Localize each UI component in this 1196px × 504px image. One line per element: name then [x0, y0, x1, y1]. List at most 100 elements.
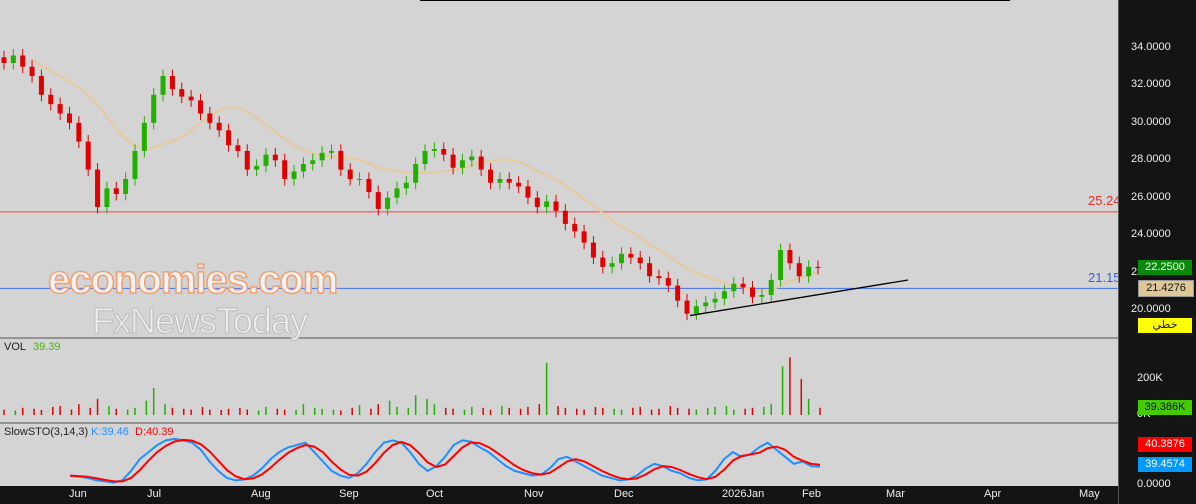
month-label: Apr — [984, 488, 1002, 500]
price-tick: 24.0000 — [1131, 228, 1171, 241]
candle — [132, 150, 138, 179]
month-label: Nov — [524, 488, 544, 500]
stoch-d-value: D:40.39 — [135, 426, 174, 438]
candle — [478, 156, 484, 170]
candle — [291, 171, 297, 179]
candle — [721, 291, 727, 299]
candle — [469, 156, 475, 161]
candle — [422, 150, 428, 165]
candle — [581, 231, 587, 243]
candle — [66, 113, 72, 123]
candle — [450, 154, 456, 168]
candle — [768, 280, 774, 295]
candle — [590, 242, 596, 258]
candle — [263, 154, 269, 166]
price-tick: 26.0000 — [1131, 190, 1171, 203]
candle — [544, 201, 550, 208]
candle — [76, 122, 82, 142]
candle — [38, 76, 44, 95]
candle — [226, 130, 232, 146]
candle — [366, 178, 372, 193]
candle — [553, 201, 559, 211]
chart-plot-area[interactable]: economies.com FxNewsToday 25.24 21.15 VO… — [0, 0, 1121, 486]
price-tick: 28.0000 — [1131, 153, 1171, 166]
level-red-label: 25.24 — [1088, 193, 1121, 208]
candle — [1, 57, 7, 63]
candle — [815, 266, 821, 268]
month-label: Feb — [802, 488, 821, 500]
price-tick: 34.0000 — [1131, 41, 1171, 53]
volume-title: VOL — [4, 341, 27, 353]
candle — [216, 122, 222, 131]
candle — [562, 210, 568, 224]
month-label: Dec — [614, 488, 634, 500]
candle — [20, 55, 26, 67]
volume-value: 39.39 — [33, 341, 61, 353]
volume-last-tag: 39.386K — [1138, 400, 1192, 415]
candle — [179, 89, 185, 97]
candle — [534, 197, 540, 208]
candle — [95, 169, 101, 208]
candle — [525, 186, 531, 198]
candle — [123, 178, 129, 194]
last-price-tag: 22.2500 — [1138, 260, 1192, 275]
stoch-d-line — [69, 438, 821, 483]
candle — [497, 178, 503, 183]
stoch-k-line — [69, 437, 821, 484]
candle — [29, 66, 35, 77]
candle — [282, 160, 288, 179]
candle — [328, 150, 334, 153]
candle — [169, 76, 175, 90]
month-label: 2026Jan — [722, 488, 765, 500]
month-label: May — [1079, 488, 1100, 500]
candle — [778, 250, 784, 281]
candle — [675, 285, 681, 301]
candle — [403, 182, 409, 189]
candle — [57, 104, 63, 114]
candle — [516, 182, 522, 187]
stoch-tick: 0.0000 — [1137, 478, 1171, 490]
candle — [160, 76, 166, 95]
month-label: Mar — [886, 488, 905, 500]
candle — [656, 276, 662, 279]
candle — [740, 283, 746, 288]
price-tick: 32.0000 — [1131, 78, 1171, 91]
candle — [235, 145, 241, 151]
candle — [207, 113, 213, 123]
candle — [413, 164, 419, 183]
candle — [244, 150, 250, 170]
stoch-title: SlowSTO(3,14,3) — [4, 426, 89, 438]
candle — [572, 223, 578, 232]
candle — [254, 165, 260, 170]
candle — [693, 306, 699, 314]
candle — [188, 96, 194, 101]
stoch-k-value: K:39.46 — [91, 426, 129, 438]
candle — [338, 150, 344, 170]
candle — [300, 164, 306, 172]
month-label: Jun — [69, 488, 87, 500]
candle — [151, 94, 157, 123]
candle — [787, 250, 793, 264]
candle — [113, 188, 119, 194]
time-axis[interactable]: Jun Jul Aug Sep Oct Nov Dec 2026Jan Feb Mar Apr May — [0, 486, 1118, 504]
candle — [684, 300, 690, 314]
candle — [441, 149, 447, 155]
candle — [385, 197, 391, 209]
ma-price-tag: 21.4276 — [1138, 280, 1194, 297]
candle — [10, 55, 16, 63]
stoch-d-tag: 40.3876 — [1138, 437, 1192, 452]
price-tick: 30.0000 — [1131, 115, 1171, 128]
candle — [488, 169, 494, 183]
moving-average-line — [31, 58, 819, 292]
candle — [806, 266, 812, 277]
chart-mode-button[interactable]: خطي — [1138, 318, 1192, 333]
candle — [272, 154, 278, 161]
candle — [197, 100, 203, 114]
candle — [647, 263, 653, 277]
candle — [431, 149, 437, 151]
month-label: Oct — [426, 488, 444, 500]
price-axis[interactable]: 34.0000 32.0000 30.0000 28.0000 26.0000 24.00… — [1118, 0, 1196, 504]
candle — [703, 302, 709, 307]
candle — [506, 178, 512, 183]
candle — [347, 169, 353, 179]
